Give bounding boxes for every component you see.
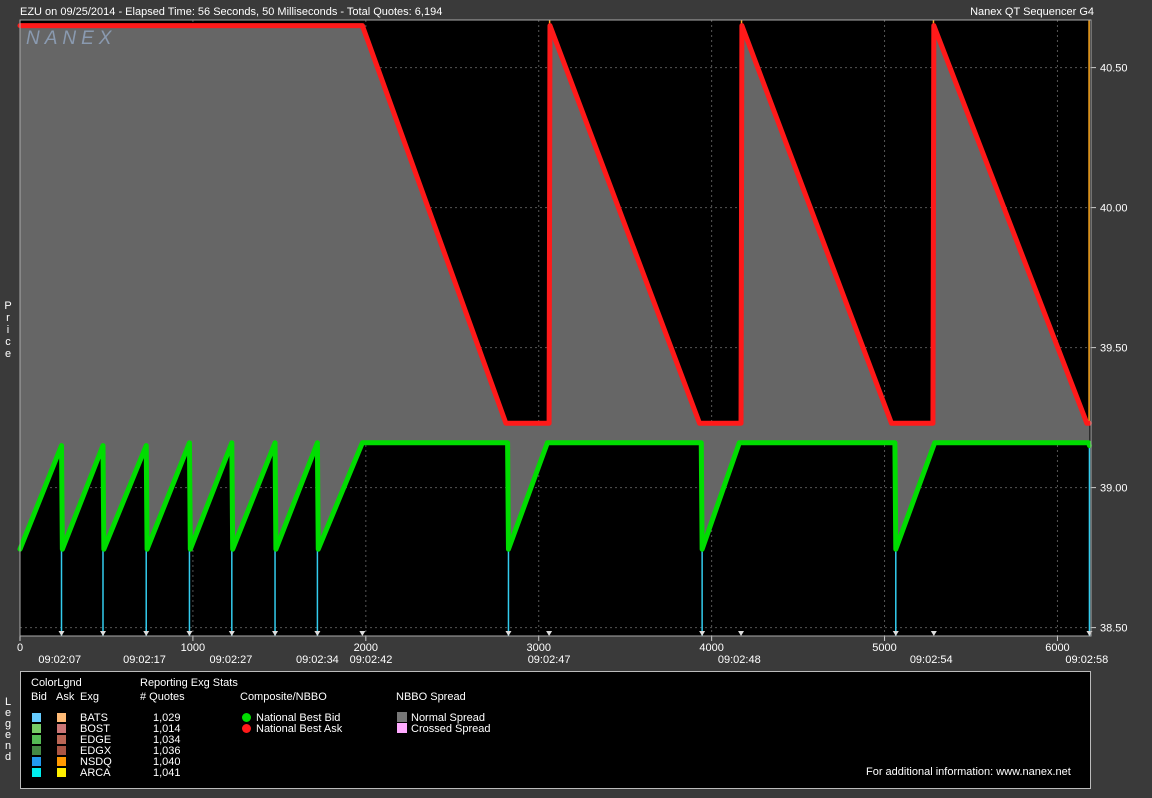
legend-bid-swatch (32, 768, 41, 777)
x-tick-label: 4000 (699, 642, 723, 654)
legend-side-label: Legend (2, 697, 14, 763)
x-tick-label: 6000 (1045, 642, 1069, 654)
nanex-watermark: NANEX (26, 28, 116, 49)
y-tick-label: 39.00 (1100, 483, 1128, 495)
legend-bid-swatch (32, 713, 41, 722)
x-tick-label: 2000 (354, 642, 378, 654)
legend-ask-swatch (57, 746, 66, 755)
x-tick-label: 0 (17, 642, 23, 654)
time-label: 09:02:42 (350, 654, 393, 666)
legend-side-letter: d (4, 751, 12, 763)
y-tick-label: 38.50 (1100, 623, 1128, 635)
legend-bid-swatch (32, 746, 41, 755)
composite-title: Composite/NBBO (240, 691, 327, 703)
composite-ask-label: National Best Ask (256, 723, 343, 735)
legend-ask-swatch (57, 713, 66, 722)
legend-bid-swatch (32, 757, 41, 766)
legend-col-ask: Ask (56, 691, 75, 703)
legend-col-exg: Exg (80, 691, 99, 703)
stats-title: Reporting Exg Stats (140, 677, 238, 689)
y-tick-label: 39.50 (1100, 343, 1128, 355)
x-tick-label: 1000 (181, 642, 205, 654)
composite-bid-swatch (242, 713, 251, 722)
legend-ask-swatch (57, 757, 66, 766)
legend-exchange-quotes: 1,041 (153, 767, 181, 779)
y-tick-label: 40.50 (1100, 63, 1128, 75)
crossed-spread-swatch (397, 723, 407, 733)
composite-ask-swatch (242, 724, 251, 733)
legend-bid-swatch (32, 724, 41, 733)
spread-title: NBBO Spread (396, 691, 466, 703)
time-label: 09:02:58 (1065, 654, 1108, 666)
crossed-spread-label: Crossed Spread (411, 723, 491, 735)
y-tick-label: 40.00 (1100, 203, 1128, 215)
legend-ask-swatch (57, 724, 66, 733)
color-legend-title: ColorLgnd (31, 677, 82, 689)
time-label: 09:02:17 (123, 654, 166, 666)
normal-spread-swatch (397, 712, 407, 722)
legend-ask-swatch (57, 735, 66, 744)
time-label: 09:02:27 (210, 654, 253, 666)
time-label: 09:02:47 (528, 654, 571, 666)
legend-bid-swatch (32, 735, 41, 744)
price-chart: NANEX 38.50 39.00 39.50 40.00 40.50 0 1000 2000… (17, 19, 1128, 666)
time-label: 09:02:07 (38, 654, 81, 666)
stats-col-quotes: # Quotes (140, 691, 185, 703)
time-label: 09:02:54 (910, 654, 953, 666)
legend-ask-swatch (57, 768, 66, 777)
x-tick-label: 5000 (872, 642, 896, 654)
time-label: 09:02:48 (718, 654, 761, 666)
footer-info: For additional information: www.nanex.ne… (866, 766, 1071, 778)
legend-exchange-name: ARCA (80, 767, 111, 779)
time-label: 09:02:34 (296, 654, 339, 666)
legend-col-bid: Bid (31, 691, 47, 703)
legend-panel: ColorLgnd Bid Ask Exg Reporting Exg Stat… (20, 671, 1091, 789)
x-tick-label: 3000 (526, 642, 550, 654)
